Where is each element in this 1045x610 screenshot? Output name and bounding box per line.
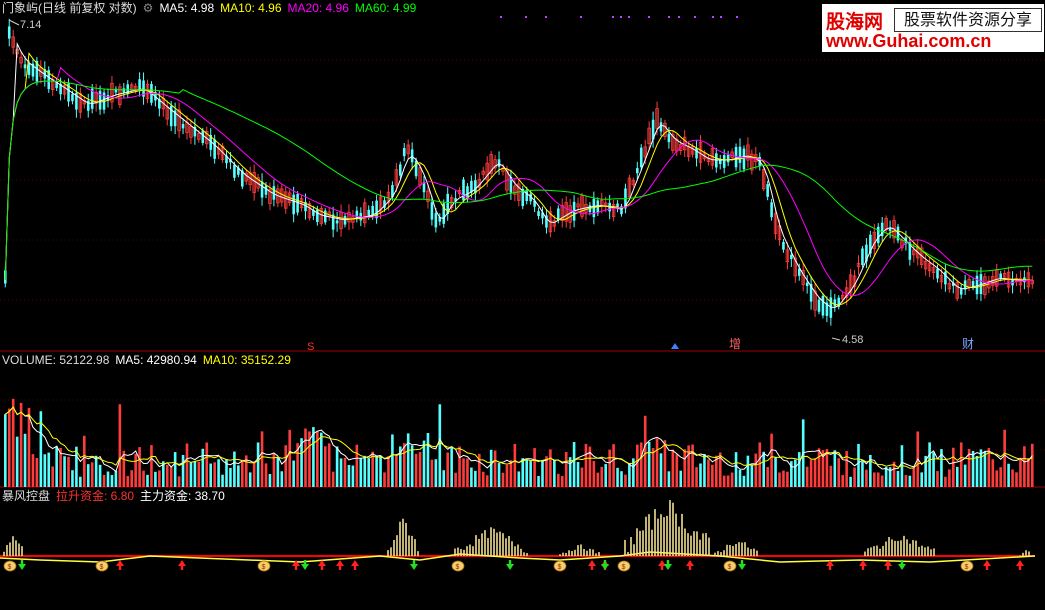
- svg-text:$: $: [262, 564, 266, 571]
- ma20-value: MA20: 4.96: [287, 1, 349, 15]
- up-arrow-icon: [178, 560, 186, 570]
- candlesticks: [4, 18, 1034, 326]
- down-arrow-icon: [738, 560, 746, 570]
- ma5-value: MA5: 4.98: [159, 1, 215, 15]
- up-arrow-icon: [336, 560, 344, 570]
- up-arrow-icon: [1016, 560, 1024, 570]
- volume-ma10: MA10: 35152.29: [202, 353, 291, 367]
- volume-value: VOLUME: 52122.98: [2, 353, 110, 367]
- watermark-logo: 股海网 股票软件资源分享 www.Guhai.com.cn: [822, 4, 1044, 52]
- settings-icon[interactable]: ⚙: [143, 1, 154, 15]
- indicator-header: 暴风控盘 拉升资金: 6.80 主力资金: 38.70: [2, 489, 231, 503]
- svg-text:$: $: [728, 564, 732, 571]
- money-bag-icon: $: [960, 560, 974, 572]
- svg-text:$: $: [456, 564, 460, 571]
- up-arrow-icon: [983, 560, 991, 570]
- svg-text:$: $: [622, 564, 626, 571]
- down-arrow-icon: [506, 560, 514, 570]
- watermark-url: www.Guhai.com.cn: [826, 31, 992, 51]
- down-arrow-icon: [410, 560, 418, 570]
- moving-average-lines: [4, 41, 1033, 309]
- event-marker-cai: 财: [962, 337, 974, 351]
- up-arrow-icon: [116, 560, 124, 570]
- money-bag-icon: $: [451, 560, 465, 572]
- chart-title[interactable]: 门象屿(日线 前复权 对数): [2, 1, 137, 15]
- up-arrow-icon: [318, 560, 326, 570]
- up-triangle-icon: [671, 343, 679, 349]
- svg-text:$: $: [558, 564, 562, 571]
- money-bag-icon: $: [617, 560, 631, 572]
- event-marker-zeng: 增: [729, 337, 741, 351]
- grid-lines: [0, 59, 1045, 488]
- money-bag-icon: $: [95, 560, 109, 572]
- event-marker-s: S: [307, 341, 314, 353]
- stock-chart[interactable]: $ $ $ $ $ $ $ $ 7.14 4.58 S 增 财: [0, 0, 1045, 610]
- volume-ma5: MA5: 42980.94: [115, 353, 197, 367]
- high-price-label: 7.14: [20, 19, 41, 31]
- up-arrow-icon: [351, 560, 359, 570]
- lift-fund-value: 拉升资金: 6.80: [56, 489, 135, 503]
- watermark-brand: 股海网: [826, 12, 884, 33]
- money-bag-icon: $: [723, 560, 737, 572]
- money-bag-icon: $: [3, 560, 17, 572]
- indicator-name[interactable]: 暴风控盘: [2, 489, 50, 503]
- up-arrow-icon: [859, 560, 867, 570]
- svg-text:$: $: [100, 564, 104, 571]
- low-price-label: 4.58: [842, 334, 863, 346]
- ma10-value: MA10: 4.96: [220, 1, 282, 15]
- money-bag-icon: $: [553, 560, 567, 572]
- up-arrow-icon: [588, 560, 596, 570]
- ma60-value: MA60: 4.99: [354, 1, 417, 15]
- volume-header: VOLUME: 52122.98 MA5: 42980.94 MA10: 35152…: [2, 353, 297, 367]
- signal-dots: [500, 16, 738, 18]
- down-arrow-icon: [664, 560, 672, 570]
- money-bag-icon: $: [257, 560, 271, 572]
- svg-text:$: $: [8, 564, 12, 571]
- price-annotations: 7.14 4.58 S 增 财: [8, 19, 974, 353]
- up-arrow-icon: [686, 560, 694, 570]
- main-fund-value: 主力资金: 38.70: [140, 489, 225, 503]
- volume-bars: [4, 398, 1034, 487]
- svg-text:$: $: [965, 564, 969, 571]
- down-arrow-icon: [601, 560, 609, 570]
- down-arrow-icon: [18, 560, 26, 570]
- watermark-slogan: 股票软件资源分享: [894, 8, 1042, 32]
- main-chart-header: 门象屿(日线 前复权 对数) ⚙ MA5: 4.98 MA10: 4.96 MA20: …: [2, 1, 422, 15]
